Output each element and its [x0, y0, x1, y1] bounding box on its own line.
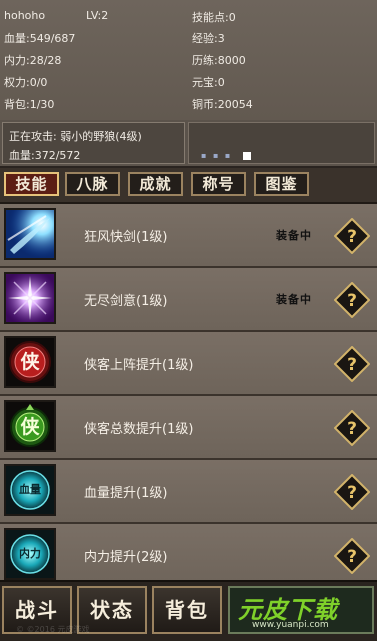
badge-label: 内力 [19, 547, 41, 560]
equipped-label: 装备中 [276, 229, 312, 242]
purple-burst-icon [4, 272, 56, 324]
badge-label: 血量 [19, 483, 41, 496]
svg-text:?: ? [347, 291, 357, 311]
character-stats-panel: hohoho LV:2 血量:549/687 内力:28/28 权力:0/0 背… [0, 0, 377, 122]
svg-text:?: ? [347, 547, 357, 567]
skill-row[interactable]: 狂风快剑(1级) 装备中 ? [0, 204, 377, 268]
player-hp: 血量:549/687 [4, 32, 76, 45]
tab-achievements[interactable]: 成就 [128, 172, 183, 196]
mp-boost-icon: 内力 [4, 528, 56, 580]
skill-name: 侠客上阵提升(1级) [84, 358, 194, 373]
skill-name: 无尽剑意(1级) [84, 294, 168, 309]
hp-boost-icon: 血量 [4, 464, 56, 516]
svg-text:?: ? [347, 227, 357, 247]
player-mp: 内力:28/28 [4, 54, 62, 67]
skill-row[interactable]: 侠 侠客总数提升(1级) ? [0, 396, 377, 460]
bag-button[interactable]: 背包 [152, 586, 222, 634]
player-name: hohoho [4, 9, 46, 22]
help-icon[interactable]: ? [333, 345, 371, 383]
skill-points: 技能点:0 [192, 11, 236, 24]
player-exp: 经验:3 [192, 32, 225, 45]
svg-text:?: ? [347, 419, 357, 439]
brand-url: www.yuanpi.com [252, 620, 329, 630]
attack-target-box: 正在攻击: 弱小的野狼(4级) 血量:372/572 [2, 122, 185, 164]
attack-target-hp: 血量:372/572 [9, 149, 81, 162]
skill-name: 狂风快剑(1级) [84, 230, 168, 245]
skill-row[interactable]: 无尽剑意(1级) 装备中 ? [0, 268, 377, 332]
loading-dots: ▪ ▪ ▪ [201, 151, 233, 160]
player-power: 权力:0/0 [4, 76, 48, 89]
help-icon[interactable]: ? [333, 409, 371, 447]
battle-indicator [243, 152, 251, 160]
player-yuanbao: 元宝:0 [192, 76, 225, 89]
skill-row[interactable]: 侠 侠客上阵提升(1级) ? [0, 332, 377, 396]
player-level: LV:2 [86, 9, 109, 22]
tab-meridians[interactable]: 八脉 [65, 172, 120, 196]
skill-name: 侠客总数提升(1级) [84, 422, 194, 437]
player-bag: 背包:1/30 [4, 98, 55, 111]
player-experience: 历练:8000 [192, 54, 246, 67]
help-icon[interactable]: ? [333, 473, 371, 511]
brand-logo-box: 元皮下载 www.yuanpi.com [228, 586, 374, 634]
badge-label: 侠 [20, 351, 40, 373]
skill-name: 内力提升(2级) [84, 550, 168, 565]
skill-list: 狂风快剑(1级) 装备中 ? 无尽剑意(1级) 装备中 ? 侠 侠客上阵提升(1… [0, 204, 377, 580]
watermark: © ©2016 元皮游戏 [16, 625, 90, 634]
attack-status-panel: 正在攻击: 弱小的野狼(4级) 血量:372/572 ▪ ▪ ▪ [0, 120, 377, 168]
help-icon[interactable]: ? [333, 281, 371, 319]
player-copper: 铜币:20054 [192, 98, 253, 111]
badge-label: 侠 [20, 416, 40, 438]
help-icon[interactable]: ? [333, 537, 371, 575]
blue-wind-sword-icon [4, 208, 56, 260]
skill-row[interactable]: 血量 血量提升(1级) ? [0, 460, 377, 524]
xia-red-badge-icon: 侠 [4, 336, 56, 388]
skill-row[interactable]: 内力 内力提升(2级) ? [0, 524, 377, 580]
svg-text:?: ? [347, 355, 357, 375]
tab-titles[interactable]: 称号 [191, 172, 246, 196]
skill-name: 血量提升(1级) [84, 486, 168, 501]
tab-bar: 技能 八脉 成就 称号 图鉴 [0, 168, 377, 204]
attack-target: 正在攻击: 弱小的野狼(4级) [9, 130, 142, 143]
svg-text:?: ? [347, 483, 357, 503]
battle-log-box: ▪ ▪ ▪ [188, 122, 375, 164]
help-icon[interactable]: ? [333, 217, 371, 255]
tab-skills[interactable]: 技能 [4, 172, 59, 196]
tab-codex[interactable]: 图鉴 [254, 172, 309, 196]
equipped-label: 装备中 [276, 293, 312, 306]
xia-green-badge-icon: 侠 [4, 400, 56, 452]
